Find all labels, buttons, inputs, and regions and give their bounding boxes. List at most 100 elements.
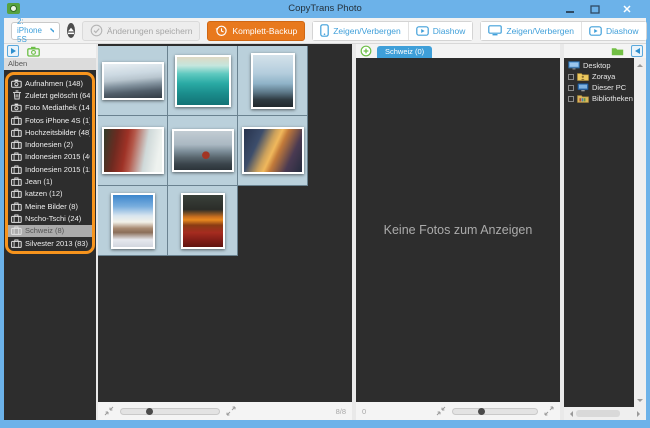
photo-album-icon	[11, 116, 22, 125]
photo-sunset-boat-deck[interactable]	[242, 127, 304, 174]
album-list-item[interactable]: Aufnahmen (148)	[8, 77, 92, 89]
collapse-tree-panel-button[interactable]	[631, 45, 643, 57]
close-button[interactable]	[609, 2, 645, 17]
photo-sailboat-shore[interactable]	[251, 53, 295, 109]
photo-cell[interactable]	[238, 116, 308, 186]
tree-item-label: Zoraya	[592, 72, 615, 81]
album-list-item[interactable]: Schweiz (8)	[8, 225, 92, 237]
photo-cell[interactable]	[168, 116, 238, 186]
play-badge-icon	[416, 26, 429, 36]
tree-item[interactable]: Dieser PC	[564, 82, 634, 93]
trash-icon	[12, 90, 22, 100]
plus-circle-icon	[360, 45, 372, 57]
tree-item-label: Bibliotheken	[592, 94, 633, 103]
photo-motorcycle-mountains[interactable]	[172, 129, 234, 172]
album-list-item[interactable]: Jean (1)	[8, 175, 92, 187]
desktop-icon	[568, 61, 580, 70]
tree-item[interactable]: Desktop	[564, 60, 634, 71]
photo-album-icon	[11, 202, 22, 211]
folder-tree-pane: Desktop Zoraya	[564, 44, 646, 420]
minimize-button[interactable]	[559, 2, 581, 16]
add-tab-button[interactable]	[360, 45, 372, 57]
maximize-button[interactable]	[584, 2, 606, 16]
album-label: katzen (12)	[25, 189, 63, 198]
album-list-item[interactable]: katzen (12)	[8, 188, 92, 200]
album-list-item[interactable]: Indonesien 2015 (12)	[8, 163, 92, 175]
save-changes-button[interactable]: Änderungen speichern	[82, 21, 201, 41]
pc-pane-footer: 0	[356, 402, 560, 420]
pc-show-hide-button[interactable]: Zeigen/Verbergen	[481, 22, 581, 40]
photo-cell[interactable]	[98, 46, 168, 116]
photo-album-icon	[11, 128, 22, 137]
expand-device-panel-button[interactable]	[7, 45, 19, 57]
album-label: Meine Bilder (8)	[25, 202, 78, 211]
album-list-item[interactable]: Meine Bilder (8)	[8, 200, 92, 212]
device-thumbnail-size-slider[interactable]	[120, 408, 220, 415]
photo-winter-chalet[interactable]	[111, 193, 155, 249]
photo-red-jacket-lake[interactable]	[102, 127, 164, 174]
device-show-hide-button[interactable]: Zeigen/Verbergen	[313, 22, 408, 40]
horizontal-scrollbar[interactable]	[564, 407, 646, 420]
pc-photo-count: 0	[362, 407, 366, 416]
full-backup-button[interactable]: Komplett-Backup	[207, 21, 305, 41]
checkbox[interactable]	[568, 96, 574, 102]
scrollbar-thumb[interactable]	[576, 410, 620, 417]
computer-icon	[577, 83, 589, 92]
album-list-item[interactable]: Hochzeitsbilder (48)	[8, 126, 92, 138]
tree-item[interactable]: Zoraya	[564, 71, 634, 82]
empty-message: Keine Fotos zum Anzeigen	[384, 223, 533, 237]
album-list-item[interactable]: Nscho-Tschi (24)	[8, 212, 92, 224]
slider-thumb[interactable]	[146, 408, 153, 415]
app-window: CopyTrans Photo 2: iPhone 5S Änderungen …	[0, 0, 650, 428]
device-photo-count: 8/8	[336, 407, 346, 416]
folder-icon	[611, 46, 624, 56]
add-album-button[interactable]	[27, 46, 40, 57]
device-select[interactable]: 2: iPhone 5S	[11, 22, 60, 40]
album-list-item[interactable]: Zuletzt gelöscht (64)	[8, 89, 92, 101]
tree-item-label: Desktop	[583, 61, 611, 70]
slider-thumb[interactable]	[478, 408, 485, 415]
shrink-thumbnails-icon[interactable]	[104, 406, 114, 416]
play-badge-icon	[589, 26, 602, 36]
tab-schweiz[interactable]: Schweiz (0)	[377, 46, 432, 58]
photo-teal-sea-buoys[interactable]	[175, 55, 231, 107]
scroll-up-arrow[interactable]	[637, 61, 643, 67]
scroll-left-arrow[interactable]	[567, 411, 573, 417]
shrink-thumbnails-icon[interactable]	[436, 406, 446, 416]
new-folder-button[interactable]	[611, 46, 624, 56]
album-list-item[interactable]: Fotos iPhone 4S (1)	[8, 114, 92, 126]
photo-pier-boats[interactable]	[102, 62, 164, 100]
photo-cell[interactable]	[98, 116, 168, 186]
pc-thumbnail-size-slider[interactable]	[452, 408, 538, 415]
pc-slideshow-button[interactable]: Diashow	[581, 22, 646, 40]
album-label: Indonesien 2015 (12)	[25, 165, 90, 174]
grow-thumbnails-icon[interactable]	[226, 406, 236, 416]
grow-thumbnails-icon[interactable]	[544, 406, 554, 416]
pc-show-hide-label: Zeigen/Verbergen	[506, 26, 574, 36]
vertical-scrollbar[interactable]	[634, 58, 646, 407]
photo-cell[interactable]	[98, 186, 168, 256]
album-label: Indonesien 2015 (46)	[25, 152, 90, 161]
tree-item-label: Dieser PC	[592, 83, 626, 92]
album-list-item[interactable]: Silvester 2013 (83)	[8, 237, 92, 249]
album-list-item[interactable]: Indonesien (2)	[8, 138, 92, 150]
eject-device-button[interactable]	[67, 23, 75, 38]
user-folder-icon	[577, 72, 589, 81]
album-list-item[interactable]: Indonesien 2015 (46)	[8, 151, 92, 163]
device-show-hide-label: Zeigen/Verbergen	[333, 26, 401, 36]
photo-cat-fireplace[interactable]	[181, 193, 225, 249]
scroll-right-arrow[interactable]	[637, 411, 643, 417]
tree-item[interactable]: Bibliotheken	[564, 93, 634, 104]
pc-view-group: Zeigen/Verbergen Diashow	[480, 21, 646, 41]
device-slideshow-button[interactable]: Diashow	[408, 22, 473, 40]
photo-cell[interactable]	[168, 46, 238, 116]
photo-album-icon	[11, 140, 22, 149]
album-label: Indonesien (2)	[25, 140, 73, 149]
scroll-down-arrow[interactable]	[637, 399, 643, 405]
checkbox[interactable]	[568, 74, 574, 80]
photo-cell[interactable]	[168, 186, 238, 256]
checkbox[interactable]	[568, 85, 574, 91]
photo-cell[interactable]	[238, 46, 308, 116]
album-label: Silvester 2013 (83)	[25, 239, 88, 248]
album-list-item[interactable]: Foto Mediathek (149)	[8, 102, 92, 114]
